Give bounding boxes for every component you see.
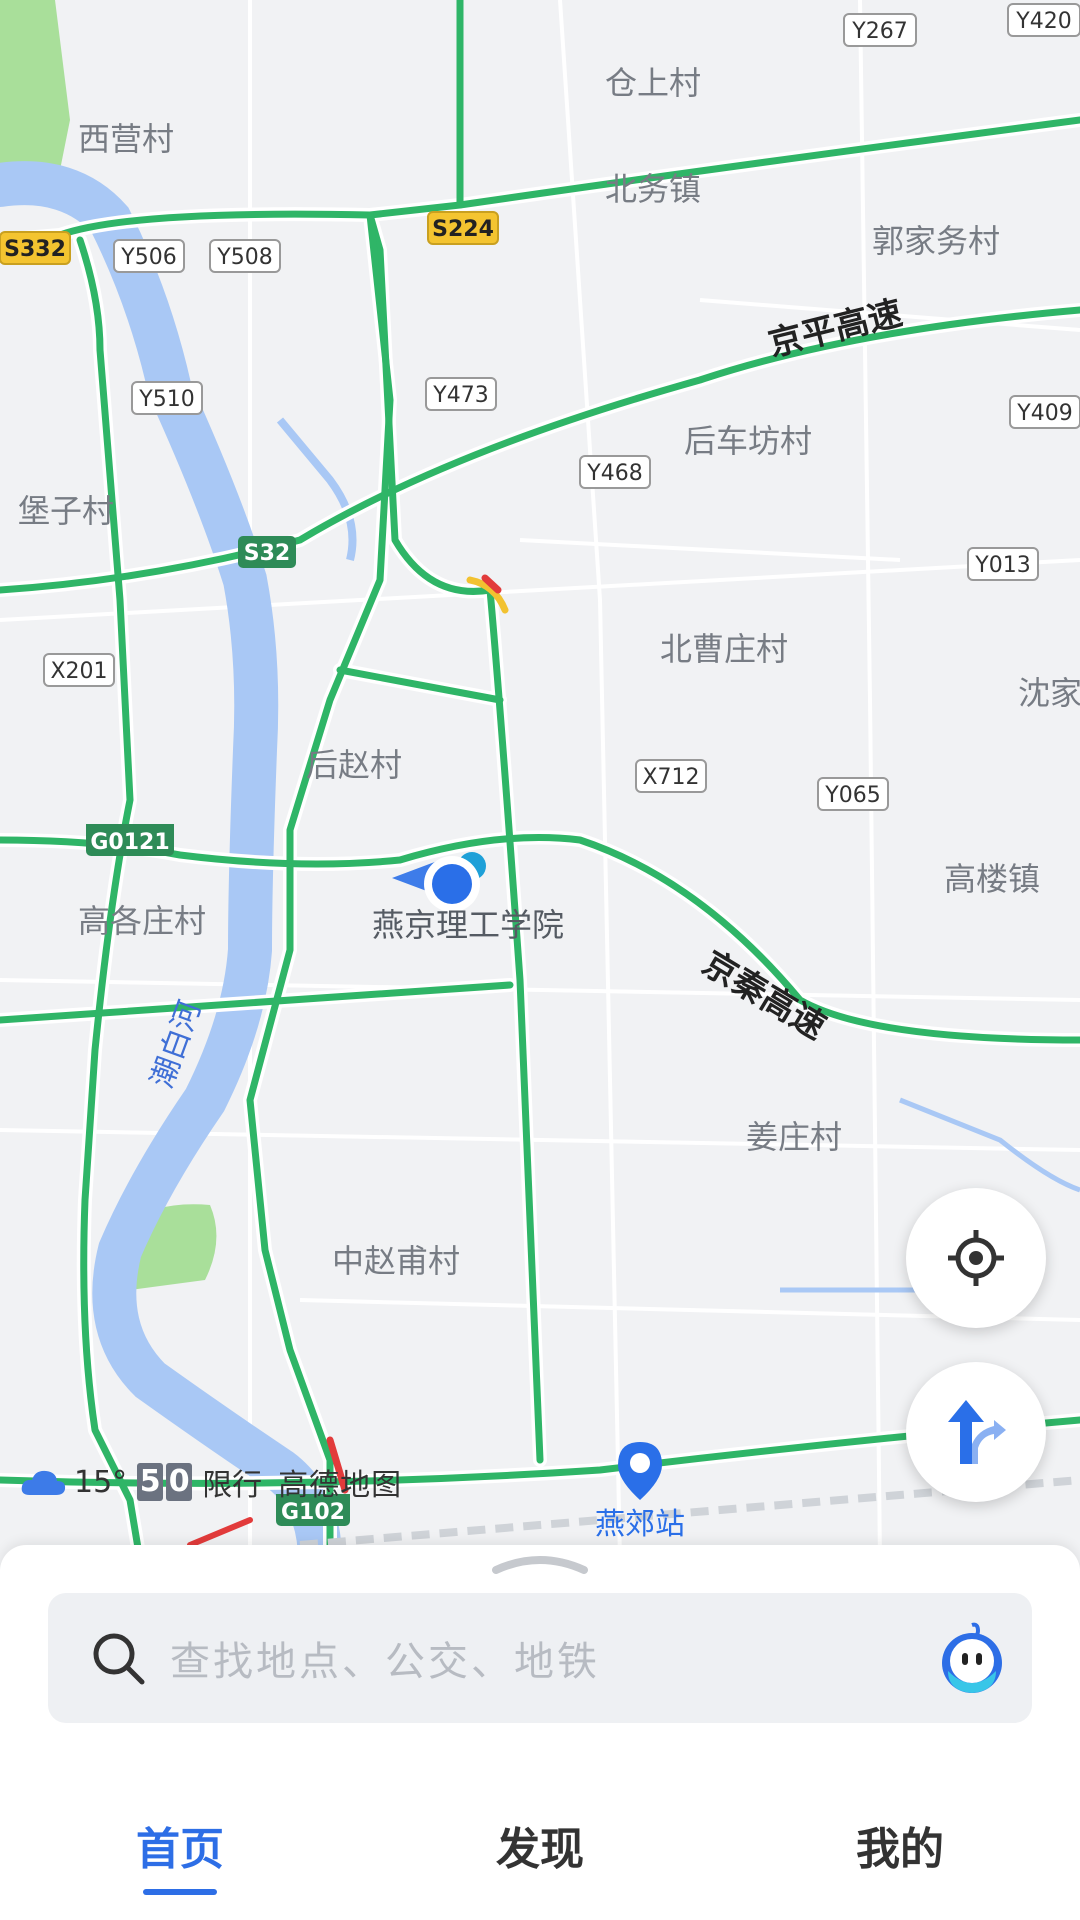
bottom-tab-bar: 首页 发现 我的: [0, 1770, 1080, 1920]
location-dot-icon: [432, 864, 472, 904]
shield-s32: S32: [238, 536, 296, 568]
shield-s332: S332: [0, 231, 71, 265]
svg-text:S332: S332: [4, 237, 66, 262]
restriction-label: 限行: [202, 1468, 263, 1503]
temperature: 15°: [74, 1464, 128, 1500]
tab-discover[interactable]: 发现: [456, 1813, 624, 1877]
route-planning-button[interactable]: [906, 1362, 1046, 1502]
locate-me-button[interactable]: [906, 1188, 1046, 1328]
place-baozi: 堡子村: [18, 492, 114, 530]
svg-text:S224: S224: [432, 217, 494, 242]
svg-text:G0121: G0121: [90, 830, 169, 855]
place-cangshang: 仓上村: [605, 64, 701, 102]
badge-x712: X712: [642, 765, 699, 790]
place-beiwu: 北务镇: [605, 170, 701, 208]
tab-home[interactable]: 首页: [96, 1813, 264, 1877]
badge-y468: Y468: [586, 461, 642, 486]
svg-text:S32: S32: [244, 541, 290, 566]
place-xiying: 西营村: [78, 120, 174, 158]
badge-y065: Y065: [824, 783, 880, 808]
badge-y506: Y506: [120, 245, 176, 270]
badge-y420: Y420: [1015, 9, 1071, 34]
crosshair-icon: [948, 1230, 1004, 1286]
place-houchefang: 后车坊村: [684, 422, 812, 460]
place-jiangzhuang: 姜庄村: [746, 1118, 842, 1156]
brand-logo: 高德地图: [278, 1468, 403, 1503]
place-houzhao: 后赵村: [306, 746, 402, 784]
shield-g0121: G0121: [86, 824, 174, 856]
place-gaogezhuang: 高各庄村: [78, 902, 206, 940]
place-beicaozhuang: 北曹庄村: [660, 630, 788, 668]
restriction-plate: 5 0: [137, 1463, 193, 1501]
badge-y473: Y473: [432, 383, 488, 408]
place-gaolou: 高楼镇: [944, 860, 1040, 898]
sheet-handle-icon[interactable]: [490, 1552, 590, 1574]
map-canvas[interactable]: 仓上村 西营村 北务镇 郭家务村 后车坊村 堡子村 北曹庄村 沈家 后赵村 高楼…: [0, 0, 1080, 1560]
badge-y267: Y267: [851, 19, 907, 44]
route-arrow-icon: [948, 1400, 1006, 1464]
weather[interactable]: 15°: [20, 1465, 127, 1500]
status-strip: 15° 5 0 限行 高德地图: [20, 1460, 402, 1504]
assistant-bot-icon[interactable]: [934, 1621, 1010, 1697]
search-bar[interactable]: 查找地点、公交、地铁: [48, 1593, 1032, 1723]
place-zhongzhaofu: 中赵甫村: [332, 1242, 460, 1280]
badge-y510: Y510: [138, 387, 194, 412]
place-guojiawu: 郭家务村: [872, 222, 1000, 260]
badge-x201: X201: [50, 659, 107, 684]
plate-digit: 5: [137, 1463, 164, 1501]
current-poi-label: 燕京理工学院: [372, 906, 564, 944]
badge-y013: Y013: [974, 553, 1030, 578]
tab-mine[interactable]: 我的: [816, 1813, 984, 1877]
badge-y508: Y508: [216, 245, 272, 270]
shield-s224: S224: [427, 211, 499, 245]
plate-digit: 0: [166, 1463, 193, 1501]
cloud-icon: [21, 1470, 66, 1495]
place-shenjia: 沈家: [1018, 674, 1080, 712]
search-placeholder[interactable]: 查找地点、公交、地铁: [170, 1629, 600, 1687]
station-label: 燕郊站: [595, 1507, 685, 1542]
search-icon: [93, 1633, 145, 1685]
badge-y409: Y409: [1016, 401, 1072, 426]
